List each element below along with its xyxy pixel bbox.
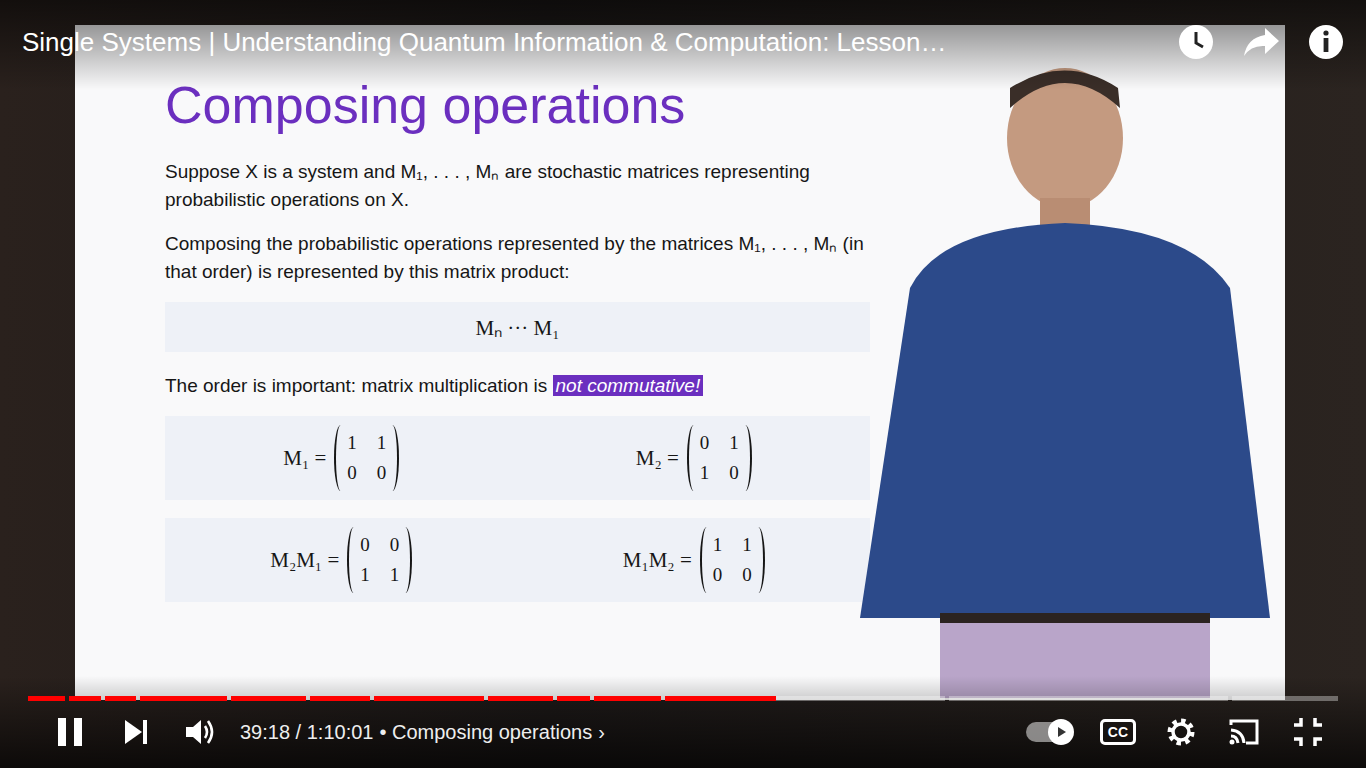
video-player[interactable]: Composing operations Suppose X is a syst… (0, 0, 1366, 768)
matrix-cell: 0 (729, 458, 739, 488)
chapter-segment[interactable] (665, 696, 944, 701)
captions-button[interactable]: CC (1100, 719, 1136, 745)
progress-fill (140, 696, 227, 701)
matrix-cells: 0110 (698, 425, 741, 491)
top-bar: Single Systems | Understanding Quantum I… (0, 0, 1366, 90)
matrix-cell: 0 (390, 530, 400, 560)
chapter-segment[interactable] (594, 696, 661, 701)
progress-fill (310, 696, 370, 701)
matrix-cell: 1 (377, 428, 387, 458)
matrix-cell: 0 (347, 458, 357, 488)
matrix-cell: 1 (390, 560, 400, 590)
matrix: 0110 (687, 425, 752, 491)
controls-row: 39:18 / 1:10:01 • Composing operations› … (50, 712, 1326, 752)
clock-icon[interactable] (1176, 22, 1216, 62)
matrix-cell: 0 (360, 530, 370, 560)
presenter-icon (850, 58, 1280, 698)
matrix-cell: 0 (377, 458, 387, 488)
equation: Mₙ ··· M₁ (475, 313, 559, 341)
chapter-segment[interactable] (105, 696, 136, 701)
chapter-segment[interactable] (488, 696, 554, 701)
matrix: 1100 (334, 425, 399, 491)
matrix-cells: 1100 (711, 527, 754, 593)
time-display: 39:18 / 1:10:01 (240, 721, 373, 744)
chapter-segment[interactable] (374, 696, 484, 701)
slide-paragraph: Suppose X is a system and M₁, . . . , Mₙ… (165, 158, 865, 214)
matrix-cell: 1 (700, 458, 710, 488)
matrix-equation: M₂M₁ = 0011 (270, 527, 412, 593)
paren (347, 527, 358, 593)
share-icon[interactable] (1241, 22, 1281, 62)
left-controls: 39:18 / 1:10:01 • Composing operations› (50, 712, 605, 752)
info-icon[interactable] (1306, 22, 1346, 62)
paren (401, 527, 412, 593)
chapter-title[interactable]: • Composing operations› (379, 721, 604, 744)
progress-fill (231, 696, 306, 701)
matrix-box: M₂M₁ = 0011 M₁M₂ = 1100 (165, 518, 870, 602)
chapter-segment[interactable] (310, 696, 370, 701)
progress-fill (488, 696, 554, 701)
progress-fill (594, 696, 661, 701)
chapter-segment[interactable] (1232, 696, 1338, 701)
matrix: 0011 (347, 527, 412, 593)
next-icon[interactable] (116, 712, 156, 752)
control-bar: 39:18 / 1:10:01 • Composing operations› … (0, 676, 1366, 768)
volume-icon[interactable] (182, 714, 218, 750)
matrix-equation: M₁ = 1100 (283, 425, 399, 491)
paren (334, 425, 345, 491)
matrix-cell: 1 (729, 428, 739, 458)
chapter-segment[interactable] (140, 696, 227, 701)
matrix-cell: 1 (360, 560, 370, 590)
matrix-label: M₂M₁ = (270, 548, 339, 573)
toggle-knob (1048, 719, 1074, 745)
chapter-chevron[interactable]: › (598, 721, 605, 743)
presenter-video (850, 58, 1280, 698)
matrix-cell: 1 (742, 530, 752, 560)
progress-fill (665, 696, 776, 701)
slide-paragraph: Composing the probabilistic operations r… (165, 230, 865, 286)
progress-fill (557, 696, 590, 701)
matrix-label: M₁M₂ = (623, 548, 692, 573)
highlight: not commutative! (553, 375, 704, 396)
matrix-cell: 1 (347, 428, 357, 458)
matrix-box: M₁ = 1100 M₂ = 0110 (165, 416, 870, 500)
matrix-cells: 0011 (358, 527, 401, 593)
chapter-segment[interactable] (557, 696, 590, 701)
video-title[interactable]: Single Systems | Understanding Quantum I… (22, 22, 946, 62)
progress-fill (28, 696, 65, 701)
top-icons (1176, 22, 1346, 62)
progress-fill (69, 696, 102, 701)
equation-box: Mₙ ··· M₁ (165, 302, 870, 352)
matrix-cell: 0 (742, 560, 752, 590)
progress-fill (105, 696, 136, 701)
right-controls: CC (1026, 714, 1326, 750)
matrix-cell: 0 (713, 560, 723, 590)
progress-fill (374, 696, 484, 701)
progress-bar[interactable] (28, 696, 1338, 701)
matrix-equation: M₁M₂ = 1100 (623, 527, 765, 593)
matrix-cells: 1100 (345, 425, 388, 491)
chapter-segment[interactable] (28, 696, 65, 701)
matrix: 1100 (700, 527, 765, 593)
paren (754, 527, 765, 593)
matrix-cell: 0 (700, 428, 710, 458)
chapter-segment[interactable] (69, 696, 102, 701)
gear-icon[interactable] (1164, 715, 1198, 749)
exit-fullscreen-icon[interactable] (1290, 714, 1326, 750)
chapter-segment[interactable] (949, 696, 1228, 701)
slide-note: The order is important: matrix multiplic… (165, 372, 865, 400)
paren (700, 527, 711, 593)
matrix-equation: M₂ = 0110 (636, 425, 752, 491)
matrix-cell: 1 (713, 530, 723, 560)
play-icon (1055, 726, 1067, 738)
cast-icon[interactable] (1226, 714, 1262, 750)
chapter-segment[interactable] (231, 696, 306, 701)
matrix-label: M₁ = (283, 446, 326, 471)
paren (687, 425, 698, 491)
paren (741, 425, 752, 491)
autoplay-toggle[interactable] (1026, 722, 1072, 742)
pause-icon[interactable] (50, 712, 90, 752)
paren (388, 425, 399, 491)
matrix-label: M₂ = (636, 446, 679, 471)
